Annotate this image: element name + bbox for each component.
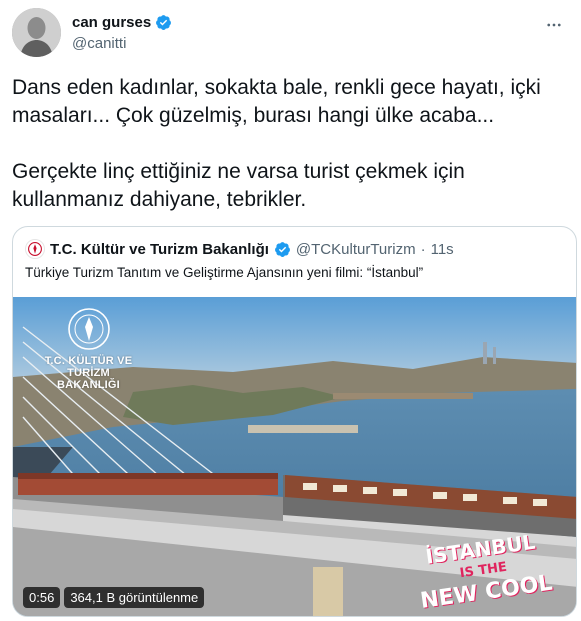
quoted-video-player[interactable]: T.C. KÜLTÜR VE TURİZM BAKANLIĞI İSTANBUL… xyxy=(13,297,576,616)
ministry-seal-icon xyxy=(28,242,42,256)
quoted-tweet-card[interactable]: T.C. Kültür ve Turizm Bakanlığı @TCKultu… xyxy=(12,226,577,617)
quoted-verified-badge-icon xyxy=(274,241,291,258)
video-views-badge: 364,1 B görüntülenme xyxy=(64,587,205,608)
ministry-watermark: T.C. KÜLTÜR VE TURİZM BAKANLIĞI xyxy=(31,307,146,391)
author-handle[interactable]: @canitti xyxy=(72,35,126,52)
more-options-icon[interactable] xyxy=(539,10,569,40)
quoted-author-avatar[interactable] xyxy=(25,239,45,259)
quoted-author-display-name[interactable]: T.C. Kültür ve Turizm Bakanlığı xyxy=(50,241,269,258)
watermark-line-2: BAKANLIĞI xyxy=(57,379,120,391)
avatar-portrait-icon xyxy=(12,8,61,57)
author-avatar[interactable] xyxy=(12,8,61,57)
quoted-author-handle[interactable]: @TCKulturTurizm xyxy=(296,241,416,258)
author-display-name[interactable]: can gurses xyxy=(72,14,151,31)
quoted-timestamp[interactable]: 11s xyxy=(431,241,454,258)
tweet-body-text: Dans eden kadınlar, sokakta bale, renkli… xyxy=(12,76,541,211)
video-duration-badge: 0:56 xyxy=(23,587,61,608)
watermark-line-1: T.C. KÜLTÜR VE TURİZM xyxy=(44,355,133,379)
verified-badge-icon xyxy=(155,14,172,31)
tweet-header: can gurses @canitti xyxy=(12,8,569,60)
ministry-watermark-seal-icon xyxy=(67,308,110,350)
quoted-tweet-text: Türkiye Turizm Tanıtım ve Geliştirme Aja… xyxy=(25,265,424,280)
quoted-separator: · xyxy=(420,240,426,258)
